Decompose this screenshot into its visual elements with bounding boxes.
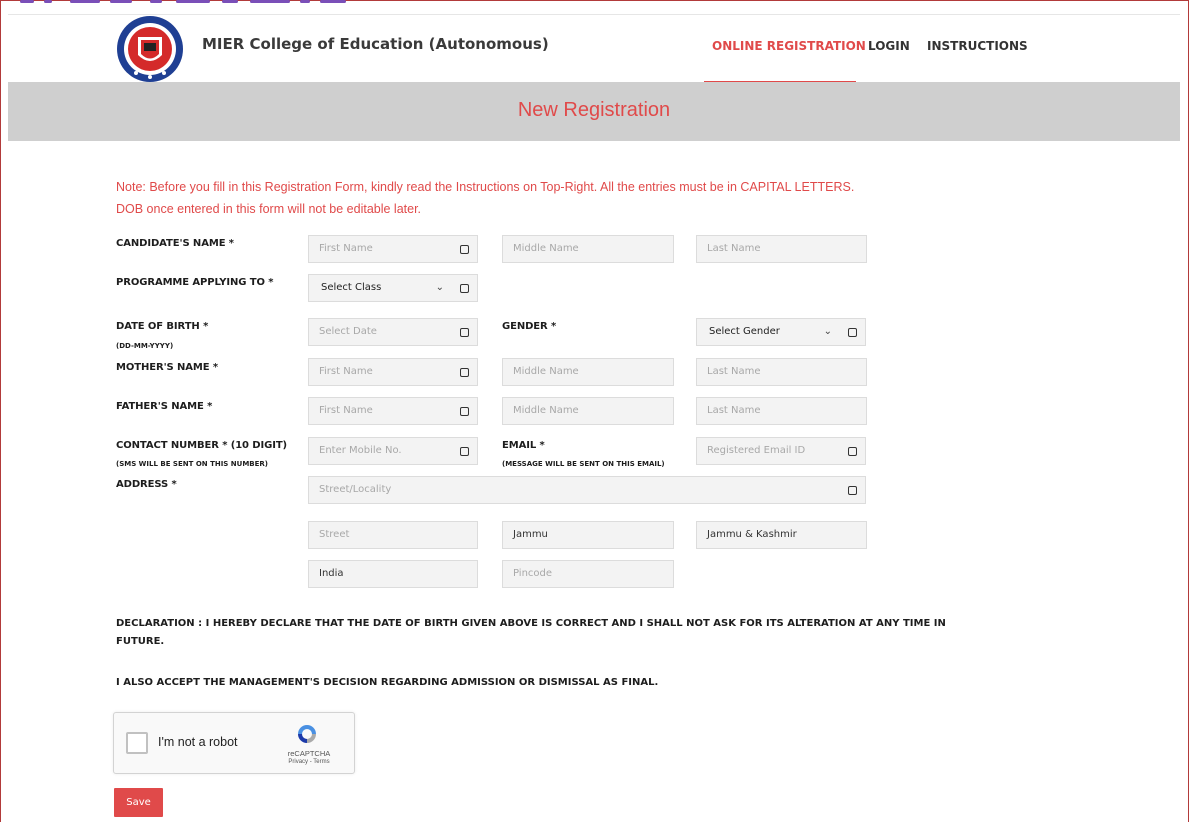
country-value: India — [319, 568, 344, 579]
keyboard-toggle-icon[interactable] — [840, 318, 866, 346]
recaptcha-checkbox[interactable] — [126, 732, 148, 754]
father-first-name-input[interactable] — [308, 397, 453, 425]
keyboard-toggle-icon[interactable] — [840, 437, 866, 465]
father-first-name-field[interactable] — [319, 405, 452, 416]
chevron-down-icon: ⌄ — [435, 282, 444, 293]
keyboard-toggle-icon[interactable] — [452, 437, 478, 465]
site-header: MIER College of Education (Autonomous) O… — [8, 14, 1180, 83]
candidate-first-name-input[interactable] — [308, 235, 453, 263]
page-banner: New Registration — [8, 82, 1180, 141]
father-middle-name-field[interactable] — [513, 405, 673, 416]
keyboard-toggle-icon[interactable] — [452, 235, 478, 263]
father-middle-name-input[interactable] — [502, 397, 674, 425]
street-field[interactable] — [319, 529, 477, 540]
candidate-middle-name-input[interactable] — [502, 235, 674, 263]
instruction-note-line1: Note: Before you fill in this Registrati… — [116, 180, 855, 194]
college-logo-icon — [117, 16, 183, 82]
recaptcha-brand: reCAPTCHA — [287, 749, 331, 758]
mobile-number-field[interactable] — [319, 445, 452, 456]
mother-first-name-field[interactable] — [319, 366, 452, 377]
save-button[interactable]: Save — [114, 788, 163, 817]
contact-number-label: CONTACT NUMBER * (10 DIGIT) — [116, 440, 288, 451]
dob-label: DATE OF BIRTH * — [116, 321, 209, 332]
father-name-label: FATHER'S NAME * — [116, 401, 213, 412]
acceptance-statement: I ALSO ACCEPT THE MANAGEMENT'S DECISION … — [116, 677, 659, 688]
email-field[interactable] — [707, 445, 840, 456]
candidate-last-name-field[interactable] — [707, 243, 866, 254]
declaration-line2: FUTURE. — [116, 636, 165, 647]
declaration-line1: DECLARATION : I HEREBY DECLARE THAT THE … — [116, 618, 946, 629]
page-title: New Registration — [517, 99, 671, 121]
country-input[interactable]: India — [308, 560, 478, 588]
mother-last-name-field[interactable] — [707, 366, 866, 377]
street-locality-input[interactable] — [308, 476, 841, 504]
recaptcha-logo-icon — [298, 725, 316, 743]
programme-select[interactable]: Select Class ⌄ — [308, 274, 453, 302]
programme-label: PROGRAMME APPLYING TO * — [116, 277, 274, 288]
mother-last-name-input[interactable] — [696, 358, 867, 386]
mother-first-name-input[interactable] — [308, 358, 453, 386]
street-input[interactable] — [308, 521, 478, 549]
state-value: Jammu & Kashmir — [707, 529, 797, 540]
mother-middle-name-input[interactable] — [502, 358, 674, 386]
email-hint: (MESSAGE WILL BE SENT ON THIS EMAIL) — [502, 460, 665, 468]
mobile-number-input[interactable] — [308, 437, 453, 465]
keyboard-toggle-icon[interactable] — [452, 318, 478, 346]
nav-instructions[interactable]: INSTRUCTIONS — [927, 39, 1028, 53]
candidate-last-name-input[interactable] — [696, 235, 867, 263]
candidate-first-name-field[interactable] — [319, 243, 452, 254]
nav-online-registration[interactable]: ONLINE REGISTRATION — [712, 39, 866, 53]
state-input[interactable]: Jammu & Kashmir — [696, 521, 867, 549]
pincode-input[interactable] — [502, 560, 674, 588]
candidate-middle-name-field[interactable] — [513, 243, 673, 254]
contact-number-hint: (SMS WILL BE SENT ON THIS NUMBER) — [116, 460, 268, 468]
email-input[interactable] — [696, 437, 841, 465]
dob-input[interactable] — [308, 318, 453, 346]
nav-login[interactable]: LOGIN — [868, 39, 910, 53]
candidate-name-label: CANDIDATE'S NAME * — [116, 238, 234, 249]
keyboard-toggle-icon[interactable] — [452, 358, 478, 386]
gender-select[interactable]: Select Gender ⌄ — [696, 318, 841, 346]
keyboard-toggle-icon[interactable] — [452, 274, 478, 302]
cropped-top-strip — [0, 0, 1189, 8]
recaptcha-links[interactable]: Privacy - Terms — [274, 759, 344, 765]
recaptcha-label: I'm not a robot — [158, 735, 238, 749]
chevron-down-icon: ⌄ — [823, 326, 832, 337]
address-label: ADDRESS * — [116, 479, 177, 490]
programme-selected-value: Select Class — [321, 282, 382, 293]
street-locality-field[interactable] — [319, 484, 840, 495]
brand-title[interactable]: MIER College of Education (Autonomous) — [202, 35, 549, 53]
dob-format-hint: (DD-MM-YYYY) — [116, 342, 174, 350]
recaptcha-widget: I'm not a robot reCAPTCHA Privacy - Term… — [113, 712, 355, 774]
mother-name-label: MOTHER'S NAME * — [116, 362, 219, 373]
father-last-name-input[interactable] — [696, 397, 867, 425]
pincode-field[interactable] — [513, 568, 673, 579]
instruction-note-line2: DOB once entered in this form will not b… — [116, 202, 422, 216]
father-last-name-field[interactable] — [707, 405, 866, 416]
mother-middle-name-field[interactable] — [513, 366, 673, 377]
city-input[interactable]: Jammu — [502, 521, 674, 549]
email-label: EMAIL * — [502, 440, 545, 451]
keyboard-toggle-icon[interactable] — [452, 397, 478, 425]
gender-selected-value: Select Gender — [709, 326, 780, 337]
city-value: Jammu — [513, 529, 548, 540]
keyboard-toggle-icon[interactable] — [840, 476, 866, 504]
dob-field[interactable] — [319, 326, 452, 337]
gender-label: GENDER * — [502, 321, 557, 332]
